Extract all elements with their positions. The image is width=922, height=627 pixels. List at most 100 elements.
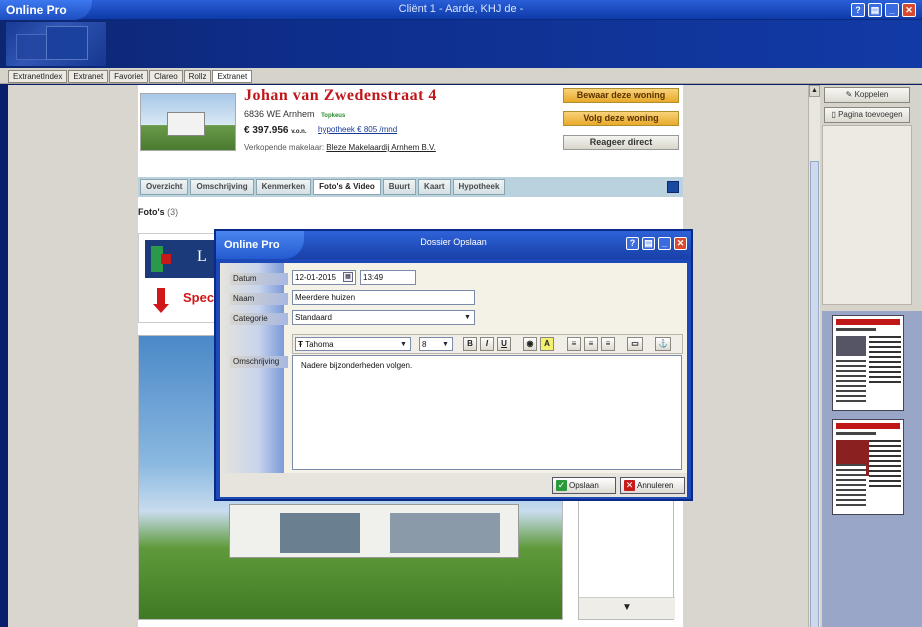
link-button-label: Koppelen: [854, 90, 889, 99]
banner-text: Spec: [183, 290, 215, 305]
save-dossier-dialog: Online Pro Dossier Opslaan ? ▤ _ ✕ Datum…: [214, 229, 693, 501]
italic-button[interactable]: I: [480, 337, 494, 351]
minimize-icon[interactable]: _: [885, 3, 899, 17]
photo-thumbnail-strip: ▼: [578, 495, 675, 620]
help-icon[interactable]: ?: [626, 237, 639, 250]
underline-button[interactable]: U: [497, 337, 511, 351]
highlight-icon[interactable]: A: [540, 337, 554, 351]
time-field[interactable]: 13:49: [360, 270, 416, 285]
description-editor[interactable]: Nadere bijzonderheden volgen.: [292, 355, 682, 470]
restore-icon[interactable]: ▤: [868, 3, 882, 17]
tab-extranet-active[interactable]: Extranet: [212, 70, 253, 83]
save-button[interactable]: ✓ Opslaan: [552, 477, 616, 494]
listing-thumbnail[interactable]: [140, 93, 236, 151]
dialog-titlebar: Online Pro Dossier Opslaan ? ▤ _ ✕: [216, 231, 691, 259]
link-button[interactable]: ✎ Koppelen: [824, 87, 910, 103]
close-icon[interactable]: ✕: [674, 237, 687, 250]
close-icon[interactable]: ✕: [902, 3, 916, 17]
navtab-kenmerken[interactable]: Kenmerken: [255, 179, 312, 195]
page-thumbnail[interactable]: [832, 419, 904, 515]
chevron-down-icon[interactable]: ▼: [579, 597, 675, 619]
align-right-icon[interactable]: ≡: [601, 337, 615, 351]
navtab-buurt[interactable]: Buurt: [382, 179, 417, 195]
scroll-thumb[interactable]: [810, 161, 819, 627]
banner-logo-letter: L: [197, 248, 207, 265]
photos-title: Foto's: [138, 207, 165, 217]
name-field[interactable]: Meerdere huizen: [292, 290, 475, 305]
tab-extranet-index[interactable]: ExtranetIndex: [8, 70, 68, 83]
house-image: [229, 504, 519, 558]
right-panel-list: [822, 125, 912, 305]
bold-button[interactable]: B: [463, 337, 477, 351]
navtab-omschrijving[interactable]: Omschrijving: [190, 179, 254, 195]
date-field[interactable]: 12-01-2015 ▦: [292, 270, 356, 285]
print-icon[interactable]: ▭: [627, 337, 643, 351]
price-value: € 397.956: [244, 125, 289, 136]
dialog-footer: ✓ Opslaan ✕ Annuleren: [220, 473, 687, 497]
help-icon[interactable]: ?: [851, 3, 865, 17]
minimize-icon[interactable]: _: [658, 237, 671, 250]
scroll-up-icon[interactable]: ▲: [809, 85, 820, 97]
header-building-image: [6, 22, 106, 66]
font-value: Tahoma: [305, 340, 334, 349]
align-center-icon[interactable]: ≡: [584, 337, 598, 351]
date-label: Datum: [230, 273, 288, 285]
broker-label: Verkopende makelaar:: [244, 143, 325, 152]
font-size-select[interactable]: 8 ▼: [419, 337, 453, 351]
follow-listing-button[interactable]: Volg deze woning: [563, 111, 679, 126]
price-suffix: v.o.n.: [291, 129, 307, 135]
cancel-button[interactable]: ✕ Annuleren: [620, 477, 685, 494]
funda-icon[interactable]: [667, 181, 679, 193]
check-icon: ✓: [556, 480, 567, 491]
photos-heading: Foto's (3): [138, 207, 178, 217]
restore-icon[interactable]: ▤: [642, 237, 655, 250]
name-label: Naam: [230, 293, 288, 305]
add-page-label: Pagina toevoegen: [838, 110, 903, 119]
window-controls: ? ▤ _ ✕: [851, 3, 916, 17]
size-value: 8: [422, 340, 427, 349]
dialog-body: Datum 12-01-2015 ▦ 13:49 Naam Meerdere h…: [220, 263, 687, 473]
chevron-down-icon[interactable]: ▼: [462, 312, 473, 323]
window-titlebar: Online Pro Cliënt 1 - Aarde, KHJ de - ? …: [0, 0, 922, 20]
tab-rollz[interactable]: Rollz: [183, 70, 212, 83]
cancel-icon: ✕: [624, 480, 635, 491]
right-panel: ✎ Koppelen ▯ Pagina toevoegen: [820, 85, 922, 627]
postcode-text: 6836 WE Arnhem: [244, 109, 315, 119]
listing-postcode: 6836 WE Arnhem Topkeus: [244, 109, 345, 119]
vertical-scrollbar[interactable]: ▲: [808, 85, 820, 627]
anchor-icon[interactable]: ⚓: [655, 337, 671, 351]
navtab-overzicht[interactable]: Overzicht: [140, 179, 189, 195]
page-thumbnail[interactable]: [832, 315, 904, 411]
editor-toolbar: Ŧ Tahoma ▼ 8 ▼ B I U ◉ A ≡ ≡ ≡ ▭ ⚓: [292, 334, 683, 354]
react-direct-button[interactable]: Reageer direct: [563, 135, 679, 150]
house-window: [390, 513, 500, 553]
save-listing-button[interactable]: Bewaar deze woning: [563, 88, 679, 103]
listing-price: € 397.956 v.o.n.: [244, 125, 307, 136]
align-left-icon[interactable]: ≡: [567, 337, 581, 351]
text-color-icon[interactable]: ◉: [523, 337, 537, 351]
navtab-hypotheek[interactable]: Hypotheek: [452, 179, 506, 195]
tab-favoriet[interactable]: Favoriet: [109, 70, 149, 83]
navtab-kaart[interactable]: Kaart: [418, 179, 451, 195]
category-select[interactable]: Standaard ▼: [292, 310, 475, 325]
dialog-title: Dossier Opslaan: [420, 237, 487, 247]
listing-nav: Overzicht Omschrijving Kenmerken Foto's …: [138, 177, 683, 197]
mortgage-link[interactable]: hypotheek € 805 /mnd: [318, 125, 397, 134]
chevron-down-icon[interactable]: ▼: [440, 339, 451, 350]
top-label: Topkeus: [321, 113, 346, 119]
tab-extranet[interactable]: Extranet: [68, 70, 109, 83]
tab-clareo[interactable]: Clareo: [149, 70, 183, 83]
calendar-icon[interactable]: ▦: [343, 272, 353, 282]
header-band: [0, 20, 922, 68]
chevron-down-icon[interactable]: ▼: [398, 339, 409, 350]
listing-street: Johan van Zwedenstraat 4: [244, 87, 437, 104]
font-select[interactable]: Ŧ Tahoma ▼: [295, 337, 411, 351]
broker-line: Verkopende makelaar: Bleze Makelaardij A…: [244, 143, 436, 152]
category-label: Categorie: [230, 313, 288, 325]
add-page-button[interactable]: ▯ Pagina toevoegen: [824, 107, 910, 123]
navtab-fotos[interactable]: Foto's & Video: [313, 179, 381, 195]
house-window: [280, 513, 360, 553]
save-button-label: Opslaan: [569, 481, 599, 490]
broker-link[interactable]: Bleze Makelaardij Arnhem B.V.: [326, 143, 436, 152]
pencil-icon: ✎: [845, 90, 855, 99]
